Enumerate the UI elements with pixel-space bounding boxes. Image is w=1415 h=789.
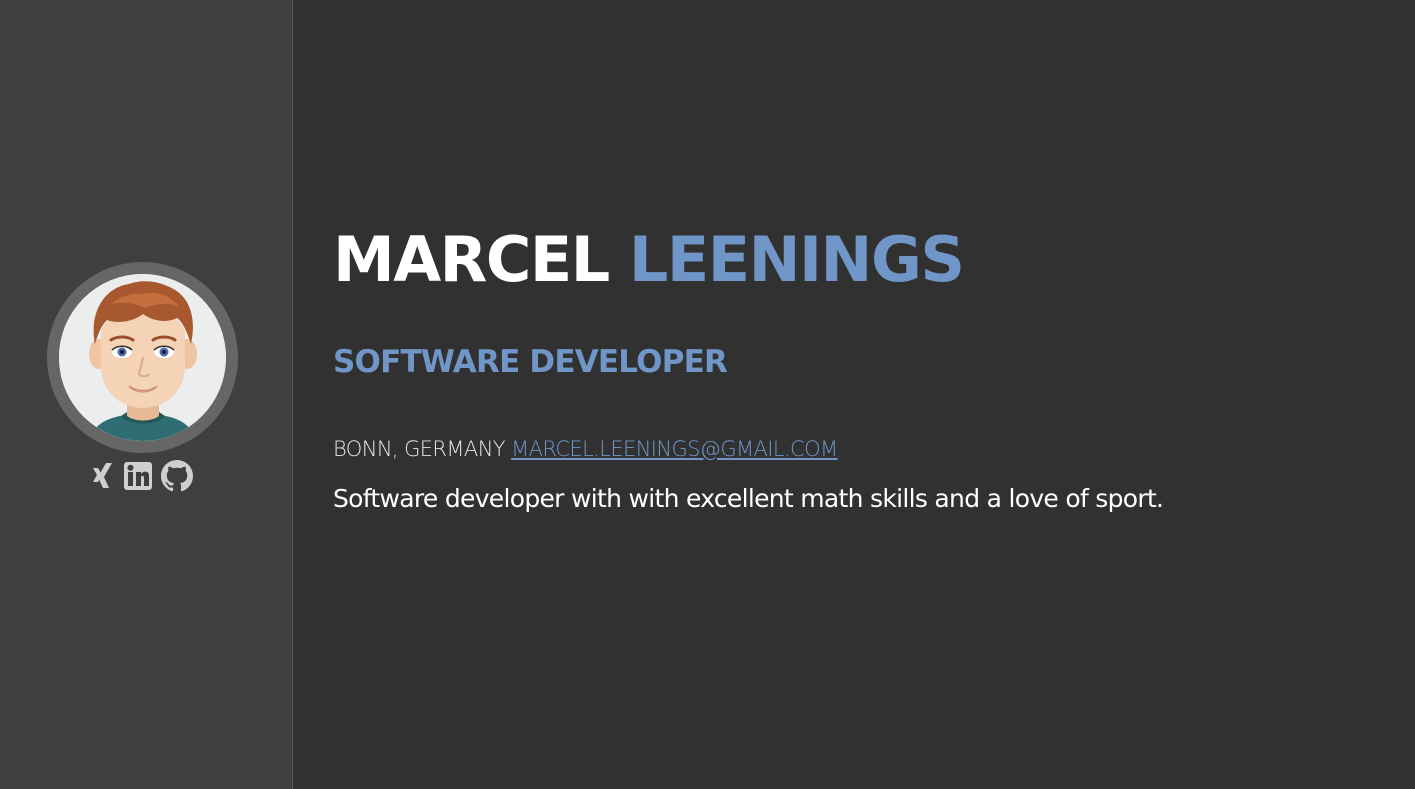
cartoon-avatar-image (59, 274, 226, 441)
last-name: LEENINGS (628, 223, 965, 296)
summary-text: Software developer with with excellent m… (333, 484, 1164, 513)
avatar-ring (47, 262, 238, 453)
xing-icon[interactable] (89, 461, 115, 491)
job-title: SOFTWARE DEVELOPER (333, 344, 728, 380)
github-icon[interactable] (161, 460, 193, 492)
location: BONN, GERMANY (333, 437, 506, 461)
social-links (89, 460, 199, 492)
email-link[interactable]: MARCEL.LEENINGS@GMAIL.COM (511, 437, 838, 461)
contact-line: BONN, GERMANY MARCEL.LEENINGS@GMAIL.COM (333, 434, 838, 464)
resume-page: MARCEL LEENINGS SOFTWARE DEVELOPER BONN,… (0, 0, 1415, 789)
first-name: MARCEL (333, 223, 610, 296)
full-name: MARCEL LEENINGS (333, 218, 965, 302)
sidebar (0, 0, 293, 789)
main-content: MARCEL LEENINGS SOFTWARE DEVELOPER BONN,… (333, 0, 1415, 789)
linkedin-icon[interactable] (123, 461, 153, 491)
avatar (59, 274, 226, 441)
